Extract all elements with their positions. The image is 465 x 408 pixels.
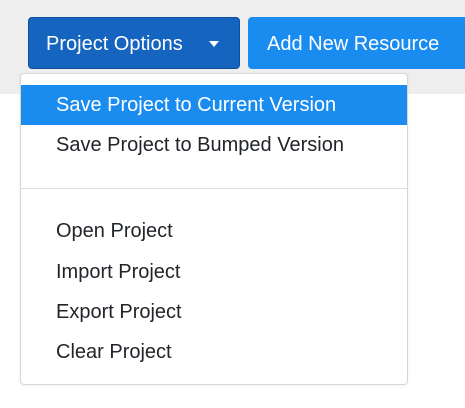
page: Project Options Add New Resource Save Pr…	[0, 0, 465, 408]
add-new-resource-button[interactable]: Add New Resource	[248, 17, 465, 69]
menu-divider	[21, 188, 407, 189]
caret-down-icon	[209, 41, 219, 47]
menu-item-save-bumped-version[interactable]: Save Project to Bumped Version	[21, 125, 407, 165]
menu-item-save-current-version[interactable]: Save Project to Current Version	[21, 85, 407, 125]
menu-item-clear-project[interactable]: Clear Project	[21, 332, 407, 372]
menu-item-open-project[interactable]: Open Project	[21, 211, 407, 251]
menu-item-import-project[interactable]: Import Project	[21, 252, 407, 292]
project-options-label: Project Options	[46, 33, 183, 55]
menu-item-export-project[interactable]: Export Project	[21, 292, 407, 332]
add-new-resource-label: Add New Resource	[267, 33, 440, 55]
project-options-dropdown-menu: Save Project to Current Version Save Pro…	[20, 73, 408, 385]
project-options-button[interactable]: Project Options	[28, 17, 240, 69]
